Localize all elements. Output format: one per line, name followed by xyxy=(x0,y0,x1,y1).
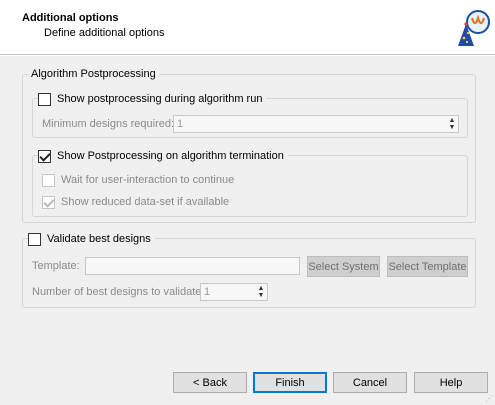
spinner-arrows-icon[interactable]: ▲ ▼ xyxy=(255,284,267,300)
finish-button[interactable]: Finish xyxy=(253,372,327,393)
reduced-label: Show reduced data-set if available xyxy=(61,196,230,208)
wizard-hat-icon xyxy=(458,10,490,46)
min-designs-spinner[interactable]: 1 ▲ ▼ xyxy=(173,115,459,133)
page-subtitle: Define additional options xyxy=(44,27,165,39)
wizard-header: Additional options Define additional opt… xyxy=(0,0,495,55)
postprocessing-group: Algorithm Postprocessing Show postproces… xyxy=(22,67,476,223)
postprocessing-group-label: Algorithm Postprocessing xyxy=(28,67,159,81)
resize-grip-icon[interactable]: ⋰ xyxy=(485,394,493,403)
template-label: Template: xyxy=(32,260,80,272)
on-termination-option[interactable]: Show Postprocessing on algorithm termina… xyxy=(38,147,288,165)
num-designs-label: Number of best designs to validate: xyxy=(32,286,205,298)
num-designs-spinner[interactable]: 1 ▲ ▼ xyxy=(200,283,268,301)
num-designs-value: 1 xyxy=(204,286,211,298)
wait-label: Wait for user-interaction to continue xyxy=(61,174,235,186)
select-template-button[interactable]: Select Template xyxy=(387,256,468,277)
during-run-label: Show postprocessing during algorithm run xyxy=(57,93,263,105)
on-termination-subgroup: Show Postprocessing on algorithm termina… xyxy=(32,147,468,217)
validate-label: Validate best designs xyxy=(47,233,151,245)
during-run-checkbox[interactable] xyxy=(38,92,51,106)
spinner-arrows-icon[interactable]: ▲ ▼ xyxy=(446,116,458,132)
back-button[interactable]: < Back xyxy=(173,372,247,393)
num-designs-row: Number of best designs to validate: xyxy=(32,283,204,301)
page-title: Additional options xyxy=(22,12,119,24)
on-termination-checkbox[interactable] xyxy=(38,149,51,163)
template-row: Template: xyxy=(32,257,80,275)
validate-option[interactable]: Validate best designs xyxy=(28,230,155,248)
during-run-subgroup: Show postprocessing during algorithm run… xyxy=(32,90,468,138)
wait-option[interactable]: Wait for user-interaction to continue xyxy=(42,171,234,189)
min-designs-value: 1 xyxy=(177,118,184,130)
wait-checkbox[interactable] xyxy=(42,173,55,187)
min-designs-label: Minimum designs required: xyxy=(42,118,175,130)
on-termination-label: Show Postprocessing on algorithm termina… xyxy=(57,150,284,162)
help-button[interactable]: Help xyxy=(414,372,488,393)
during-run-option[interactable]: Show postprocessing during algorithm run xyxy=(38,90,267,108)
reduced-option[interactable]: Show reduced data-set if available xyxy=(42,193,229,211)
cancel-button[interactable]: Cancel xyxy=(333,372,407,393)
template-input[interactable] xyxy=(85,257,300,275)
wizard-body: Algorithm Postprocessing Show postproces… xyxy=(0,56,495,405)
validate-group: Validate best designs Template: Select S… xyxy=(22,230,476,308)
select-system-button[interactable]: Select System xyxy=(307,256,380,277)
reduced-checkbox[interactable] xyxy=(42,195,55,209)
validate-checkbox[interactable] xyxy=(28,232,41,246)
min-designs-row: Minimum designs required: xyxy=(42,115,174,133)
